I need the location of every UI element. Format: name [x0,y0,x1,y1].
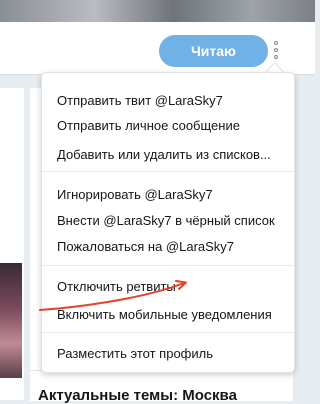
annotation-arrow-icon [39,280,187,311]
